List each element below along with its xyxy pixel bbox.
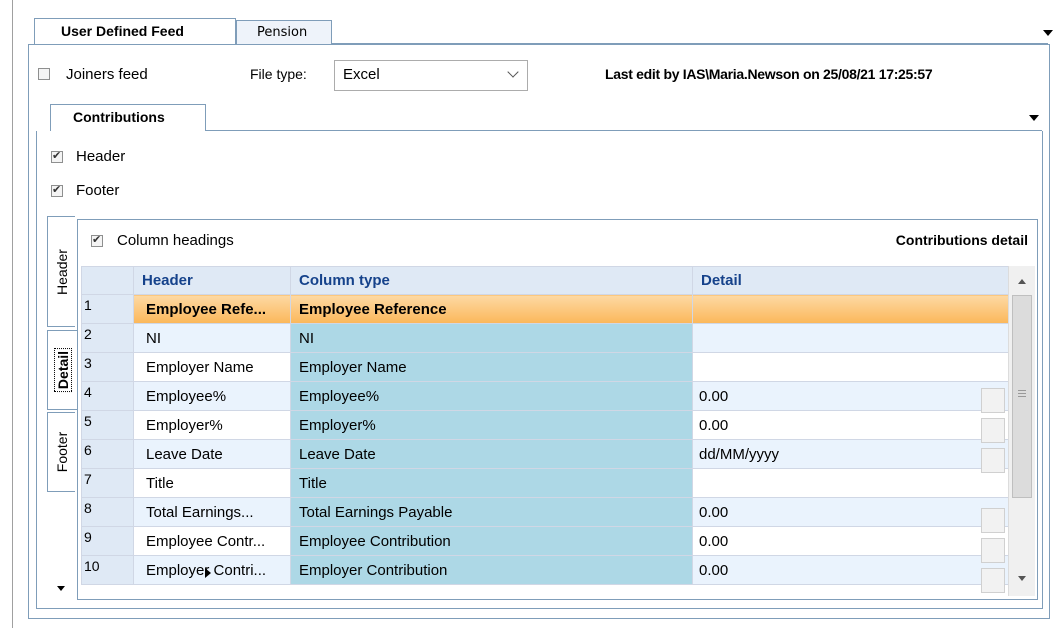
table-row[interactable]: 5 Employer% Employer% 0.00 [81,410,1009,440]
cell-detail[interactable] [692,294,1009,324]
cell-column-type[interactable]: Employer% [290,410,693,440]
detail-edit-button[interactable] [981,508,1005,533]
row-number: 5 [81,410,134,440]
tab-user-defined-feed[interactable]: User Defined Feed [34,18,236,44]
cell-header[interactable]: Employee Refe... [133,294,291,324]
cell-detail[interactable] [692,352,1009,382]
detail-edit-button[interactable] [981,448,1005,473]
row-number: 7 [81,468,134,498]
cell-detail[interactable] [692,468,1009,498]
tab-user-defined-feed-label: User Defined Feed [61,23,184,39]
chevron-down-icon [507,66,519,78]
table-row[interactable]: 7 Title Title [81,468,1009,498]
table-row[interactable]: 1 Employee Refe... Employee Reference [81,294,1009,578]
column-header-column-type[interactable]: Column type [290,266,693,295]
cell-header[interactable]: Employee Contr... [133,526,291,556]
cell-header[interactable]: NI [133,323,291,353]
cell-column-type[interactable]: Title [290,468,693,498]
row-number: 6 [81,439,134,469]
cell-header[interactable]: Leave Date [133,439,291,469]
header-checkbox[interactable] [51,149,63,163]
detail-edit-button[interactable] [981,538,1005,563]
grip-icon [1018,390,1026,391]
table-row[interactable]: 2 NI NI [81,323,1009,353]
cell-column-type[interactable]: Leave Date [290,439,693,469]
row-number-header [81,266,134,295]
row-number: 8 [81,497,134,527]
joiners-feed-label: Joiners feed [66,66,148,83]
header-option-label: Header [76,148,126,165]
cell-header[interactable]: Employer% [133,410,291,440]
tab-contributions-label: Contributions [73,109,165,125]
cell-detail[interactable]: 0.00 [692,381,1009,411]
file-type-label: File type: [250,66,307,82]
side-tab-header[interactable]: Header [47,216,75,327]
column-header-detail[interactable]: Detail [692,266,1009,295]
file-type-select[interactable]: Excel [334,60,528,91]
column-header-header[interactable]: Header [133,266,291,295]
side-tabs-scroll-down-icon[interactable] [57,586,65,591]
cell-column-type[interactable]: Employee Contribution [290,526,693,556]
row-number: 3 [81,352,134,382]
window-left-border [12,0,13,628]
grid-vertical-scrollbar[interactable] [1008,266,1035,596]
joiners-feed-checkbox[interactable] [38,68,50,80]
table-row[interactable]: 6 Leave Date Leave Date dd/MM/yyyy [81,439,1009,469]
detail-edit-button[interactable] [981,568,1005,593]
cell-detail[interactable] [692,323,1009,353]
side-tab-detail-label: Detail [54,346,71,394]
table-row[interactable]: 10 Employer Contri... Employer Contribut… [81,555,1009,585]
row-number: 1 [81,294,211,578]
cell-header[interactable]: Employee% [133,381,291,411]
file-type-value: Excel [343,66,380,83]
cell-header[interactable]: Total Earnings... [133,497,291,527]
table-row[interactable]: 9 Employee Contr... Employee Contributio… [81,526,1009,556]
tab-list-dropdown-icon[interactable] [1043,30,1053,36]
row-number: 9 [81,526,134,556]
table-row[interactable]: 4 Employee% Employee% 0.00 [81,381,1009,411]
last-edit-info: Last edit by IAS\Maria.Newson on 25/08/2… [605,66,933,82]
detail-grid: Header Column type Detail 1 Employee Ref… [81,266,1009,585]
cell-detail[interactable]: 0.00 [692,555,1009,585]
column-headings-checkbox[interactable] [91,233,103,247]
side-tab-header-label: Header [53,248,70,295]
scroll-up-icon[interactable] [1018,279,1026,284]
cell-header[interactable]: Title [133,468,291,498]
tab-pension[interactable]: Pension [236,20,332,44]
footer-checkbox[interactable] [51,183,63,197]
column-headings-label: Column headings [117,232,234,249]
cell-detail[interactable]: dd/MM/yyyy [692,439,1009,469]
cell-detail[interactable]: 0.00 [692,497,1009,527]
tab-contributions[interactable]: Contributions [50,104,206,131]
cell-header[interactable]: Employer Name [133,352,291,382]
cell-column-type[interactable]: NI [290,323,693,353]
row-number: 2 [81,323,134,353]
cell-detail[interactable]: 0.00 [692,410,1009,440]
detail-edit-button[interactable] [981,418,1005,443]
row-number: 10 [81,555,134,585]
table-row[interactable]: 3 Employer Name Employer Name [81,352,1009,382]
detail-title: Contributions detail [895,232,1028,248]
cell-column-type[interactable]: Employee% [290,381,693,411]
cell-header[interactable]: Employer Contri... [133,555,291,585]
scroll-down-icon[interactable] [1018,576,1026,581]
cell-column-type[interactable]: Employer Name [290,352,693,382]
table-row[interactable]: 8 Total Earnings... Total Earnings Payab… [81,497,1009,527]
cell-column-type[interactable]: Total Earnings Payable [290,497,693,527]
footer-option-label: Footer [76,182,120,199]
detail-edit-button[interactable] [981,388,1005,413]
row-number: 4 [81,381,134,411]
contributions-tab-dropdown-icon[interactable] [1029,115,1039,121]
cell-column-type[interactable]: Employer Contribution [290,555,693,585]
tab-pension-label: Pension [257,25,308,40]
side-tab-footer-label: Footer [53,431,70,473]
scrollbar-thumb[interactable] [1012,295,1032,498]
cell-detail[interactable]: 0.00 [692,526,1009,556]
side-tab-detail[interactable]: Detail [47,330,77,410]
side-tab-footer[interactable]: Footer [47,412,75,492]
grid-header-row: Header Column type Detail [81,266,1009,295]
cell-column-type[interactable]: Employee Reference [290,294,693,324]
